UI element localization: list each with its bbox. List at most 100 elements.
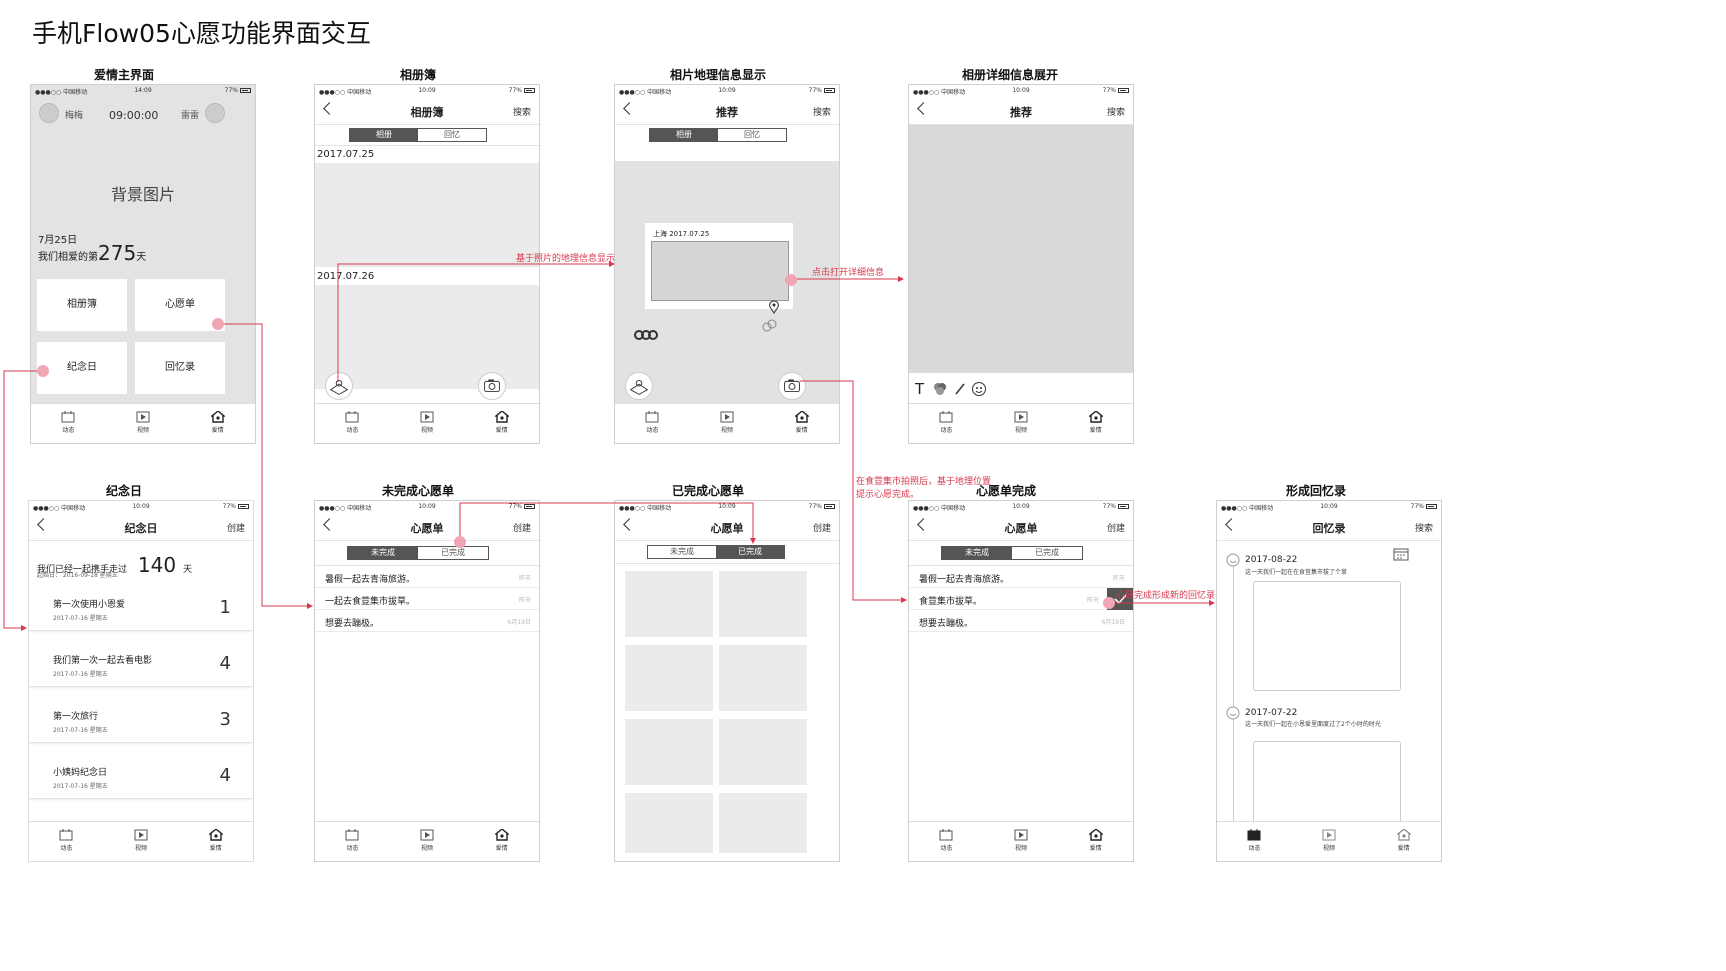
list-item[interactable]: 小姨妈纪念日 2017-07-16 星期五 4 xyxy=(29,755,253,799)
wish-card[interactable] xyxy=(625,645,713,711)
search-button[interactable]: 搜索 xyxy=(813,105,831,118)
nav-bar: 推荐 搜索 xyxy=(615,97,839,125)
tab-moments[interactable]: 动态 xyxy=(315,822,390,861)
list-item[interactable]: 我们第一次一起去看电影 2017-07-16 星期五 4 xyxy=(29,643,253,687)
filter-icon[interactable] xyxy=(933,382,947,396)
list-item[interactable]: 食荳集市拔草。 昨天 xyxy=(909,588,1133,610)
tab-video[interactable]: 视频 xyxy=(390,822,465,861)
photo-thumbnail[interactable] xyxy=(651,241,789,301)
wish-card[interactable] xyxy=(719,793,807,853)
date-label: 2017.07.26 xyxy=(317,271,375,282)
tab-love[interactable]: 爱情 xyxy=(178,822,253,861)
tab-moments[interactable]: 动态 xyxy=(31,404,106,443)
create-button[interactable]: 创建 xyxy=(1107,521,1125,534)
list-item[interactable]: 暑假一起去青海旅游。 昨天 xyxy=(315,566,539,588)
wish-card[interactable] xyxy=(625,793,713,853)
tab-love[interactable]: 爱情 xyxy=(1058,404,1133,443)
entry-text: 这一天我们一起在小恩爱里面度过了2个小时的时光 xyxy=(1245,721,1381,728)
tab-video[interactable]: 视频 xyxy=(984,822,1059,861)
pen-icon[interactable] xyxy=(953,382,967,396)
tab-undone[interactable]: 未完成 xyxy=(648,546,716,558)
tab-video[interactable]: 视频 xyxy=(106,404,181,443)
tab-done[interactable]: 已完成 xyxy=(1012,547,1082,559)
search-button[interactable]: 搜索 xyxy=(1415,521,1433,534)
camera-icon xyxy=(784,379,800,393)
tab-video[interactable]: 视频 xyxy=(690,404,765,443)
tab-video[interactable]: 视频 xyxy=(104,822,179,861)
tab-memory[interactable]: 回忆 xyxy=(718,129,786,141)
memoir-photo[interactable] xyxy=(1253,581,1401,691)
text-tool-icon[interactable]: T xyxy=(915,380,924,398)
photo-detail-view[interactable] xyxy=(909,125,1133,373)
status-time: 14:09 xyxy=(134,87,152,94)
tab-love[interactable]: 爱情 xyxy=(464,404,539,443)
list-item[interactable]: 暑假一起去青海旅游。 昨天 xyxy=(909,566,1133,588)
tab-moments[interactable]: 动态 xyxy=(1217,822,1292,861)
tab-love[interactable]: 爱情 xyxy=(764,404,839,443)
tab-moments[interactable]: 动态 xyxy=(909,822,984,861)
segmented-control: 相册 回忆 xyxy=(349,128,487,142)
tab-video[interactable]: 视频 xyxy=(984,404,1059,443)
tab-love[interactable]: 爱情 xyxy=(180,404,255,443)
tab-moments[interactable]: 动态 xyxy=(909,404,984,443)
create-button[interactable]: 创建 xyxy=(813,521,831,534)
create-button[interactable]: 创建 xyxy=(227,521,245,534)
memoir-button[interactable]: 回忆录 xyxy=(135,342,225,394)
segmented-control: 未完成 已完成 xyxy=(941,546,1083,560)
calendar-icon xyxy=(59,829,73,841)
tap-indicator xyxy=(454,536,466,548)
calendar-icon[interactable] xyxy=(1393,547,1409,561)
tab-done[interactable]: 已完成 xyxy=(716,546,784,558)
tab-album[interactable]: 相册 xyxy=(650,129,718,141)
screen-title-memoir: 形成回忆录 xyxy=(1285,484,1346,498)
tab-moments[interactable]: 动态 xyxy=(315,404,390,443)
list-item[interactable]: 想要去蹦极。 6月19日 xyxy=(909,610,1133,632)
photo-group[interactable] xyxy=(315,163,539,267)
emoji-icon[interactable] xyxy=(971,381,987,397)
tab-memory[interactable]: 回忆 xyxy=(418,129,486,141)
tab-love[interactable]: 爱情 xyxy=(1366,822,1441,861)
create-button[interactable]: 创建 xyxy=(513,521,531,534)
map-pin-icon xyxy=(329,379,349,395)
screen-title-anniversary: 纪念日 xyxy=(105,484,142,498)
list-item[interactable]: 一起去食荳集市拔草。 昨天 xyxy=(315,588,539,610)
search-button[interactable]: 搜索 xyxy=(513,105,531,118)
tab-video[interactable]: 视频 xyxy=(390,404,465,443)
map-pin-button[interactable] xyxy=(625,372,653,400)
tab-video[interactable]: 视频 xyxy=(1292,822,1367,861)
list-item[interactable]: 第一次使用小恩爱 2017-07-16 星期五 1 xyxy=(29,587,253,631)
status-bar: ●●●○○ 中国移动 10:09 77% xyxy=(315,501,539,513)
camera-button[interactable] xyxy=(478,372,506,400)
tab-undone[interactable]: 未完成 xyxy=(348,547,418,559)
tab-done[interactable]: 已完成 xyxy=(418,547,488,559)
tab-album[interactable]: 相册 xyxy=(350,129,418,141)
memoir-photo[interactable] xyxy=(1253,741,1401,825)
wish-card[interactable] xyxy=(719,571,807,637)
wish-card[interactable] xyxy=(719,645,807,711)
home-heart-icon xyxy=(1088,411,1103,423)
nav-title: 相册簿 xyxy=(410,106,444,119)
list-item[interactable]: 第一次旅行 2017-07-16 星期五 3 xyxy=(29,699,253,743)
tab-moments[interactable]: 动态 xyxy=(615,404,690,443)
tap-indicator xyxy=(37,365,49,377)
screen-title-detail: 相册详细信息展开 xyxy=(961,68,1058,82)
search-button[interactable]: 搜索 xyxy=(1107,105,1125,118)
tab-undone[interactable]: 未完成 xyxy=(942,547,1012,559)
album-button[interactable]: 相册簿 xyxy=(37,279,127,331)
avatar[interactable] xyxy=(39,103,59,123)
list-item[interactable]: 想要去蹦极。 6月19日 xyxy=(315,610,539,632)
wish-card[interactable] xyxy=(719,719,807,785)
camera-button[interactable] xyxy=(778,372,806,400)
photo-card[interactable]: 上海 2017.07.25 xyxy=(645,223,793,309)
map-pin-button[interactable] xyxy=(325,372,353,400)
photo-caption: 上海 2017.07.25 xyxy=(653,230,710,238)
wish-card[interactable] xyxy=(625,719,713,785)
tab-love[interactable]: 爱情 xyxy=(464,822,539,861)
tab-moments[interactable]: 动态 xyxy=(29,822,104,861)
tab-love[interactable]: 爱情 xyxy=(1058,822,1133,861)
wish-card[interactable] xyxy=(625,571,713,637)
anniversary-button[interactable]: 纪念日 xyxy=(37,342,127,394)
calendar-icon xyxy=(939,411,953,423)
avatar[interactable] xyxy=(205,103,225,123)
screen-title-album: 相册簿 xyxy=(399,68,436,82)
